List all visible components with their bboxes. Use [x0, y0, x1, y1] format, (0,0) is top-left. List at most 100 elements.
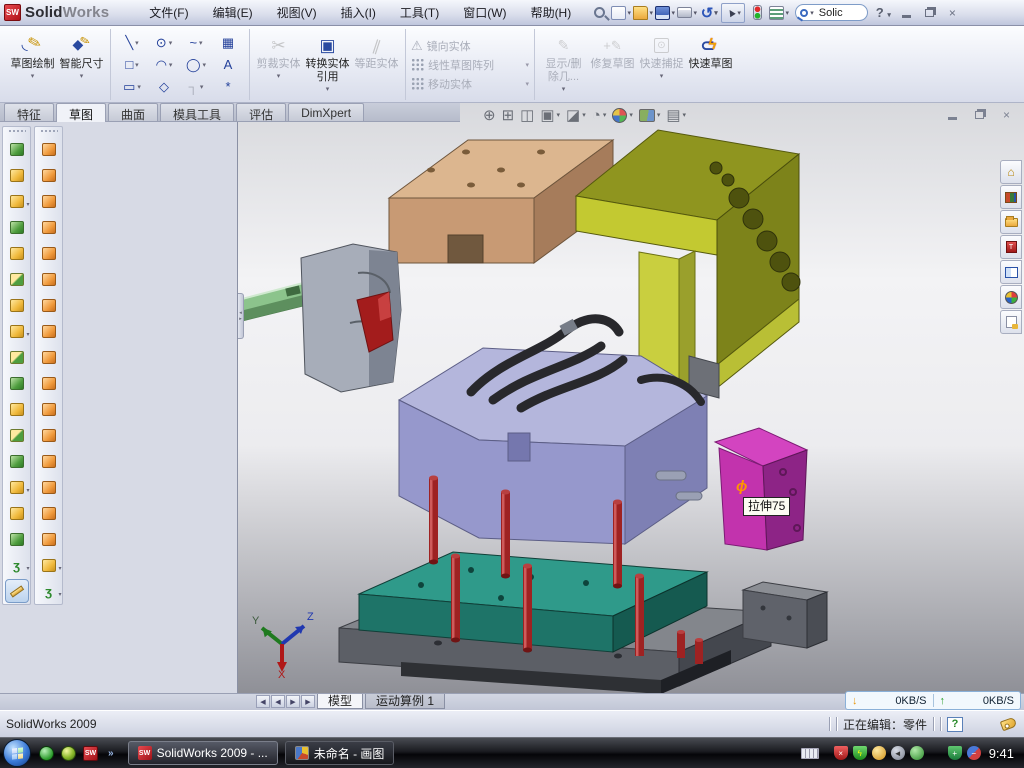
filled-surface-button[interactable] [36, 266, 62, 292]
dropdown-icon[interactable]: ▾ [582, 111, 586, 119]
curve-button[interactable] [4, 526, 30, 552]
dome-button[interactable] [36, 526, 62, 552]
part-block-magenta[interactable]: ϕ [715, 428, 807, 550]
apply-scene-icon[interactable]: ▾ [639, 109, 661, 122]
zoom-fit-icon[interactable]: ⊕ [483, 106, 496, 124]
task-pane-view-palette-button[interactable] [1000, 260, 1022, 284]
dropdown-icon[interactable]: ▾ [557, 111, 561, 119]
new-icon[interactable]: ▾ [611, 3, 631, 23]
combine-bodies-button[interactable] [4, 422, 30, 448]
shield-red-icon[interactable]: × [834, 746, 848, 760]
doc-minimize-button[interactable] [943, 107, 962, 122]
print-icon[interactable]: ▾ [677, 3, 697, 23]
line-icon[interactable]: ╲▾ [116, 32, 148, 54]
reference-axis-button[interactable] [4, 500, 30, 526]
dropdown-icon[interactable]: ▾ [671, 9, 675, 17]
task-pane-appearances-button[interactable] [1000, 285, 1022, 309]
rebuild-icon[interactable] [747, 3, 767, 23]
revolved-surface-button[interactable] [36, 162, 62, 188]
taskbar-button-paint[interactable]: 未命名 - 画图 [285, 741, 395, 765]
search-box[interactable]: ▾ [795, 4, 868, 21]
slot-icon[interactable]: ▭▾ [116, 76, 148, 98]
extruded-cut-button[interactable] [4, 162, 30, 188]
last-tab-button[interactable]: ▶ [301, 695, 315, 708]
task-pane-toolbox-button[interactable]: T [1000, 235, 1022, 259]
open-icon[interactable]: ▾ [633, 3, 653, 23]
extruded-boss-button[interactable] [4, 136, 30, 162]
tab-特征[interactable]: 特征 [4, 103, 54, 121]
swept-boss-button[interactable] [4, 214, 30, 240]
dropdown-icon[interactable]: ▾ [26, 331, 29, 338]
view-orientation-icon[interactable]: ▣▾ [540, 106, 560, 124]
dropdown-icon[interactable]: ▾ [169, 61, 173, 69]
select-icon[interactable]: ▲▾ [721, 3, 745, 23]
dropdown-icon[interactable]: ▾ [26, 487, 29, 494]
help-dropdown-icon[interactable]: ▾ [887, 12, 891, 19]
sync-ball-icon[interactable]: − [967, 746, 981, 760]
chamfer-button[interactable] [4, 266, 30, 292]
lofted-boss-button[interactable] [4, 240, 30, 266]
spline-surface-button[interactable]: ʒ▾ [36, 578, 62, 604]
doc-close-button[interactable]: × [997, 107, 1016, 122]
task-pane-custom-properties-button[interactable] [1000, 310, 1022, 334]
badge-icon[interactable] [872, 746, 886, 760]
dropdown-icon[interactable]: ▾ [200, 83, 204, 91]
dropdown-icon[interactable]: ▾ [169, 39, 173, 47]
menu-item[interactable]: 工具(T) [388, 0, 451, 25]
dropdown-icon[interactable]: ▾ [26, 565, 29, 572]
thicken-surface-button[interactable] [36, 396, 62, 422]
knit-surface-button[interactable] [36, 370, 62, 396]
rectangle-icon[interactable]: □▾ [116, 54, 148, 76]
dropdown-icon[interactable]: ▾ [714, 9, 718, 17]
section-view-icon[interactable]: ◫ [520, 106, 534, 124]
search-input[interactable] [817, 6, 859, 20]
tab-草图[interactable]: 草图 [56, 103, 106, 122]
replace-face-button[interactable] [36, 500, 62, 526]
first-tab-button[interactable]: ◀ [256, 695, 270, 708]
sphere-icon[interactable] [61, 746, 76, 761]
graphics-area[interactable]: ϕ ⊕⊞◫▣▾◪▾◔▾▾▾▤▾ × ⌂T ◂▸ Y Z X 拉伸75 [237, 103, 1024, 693]
dropdown-icon[interactable]: ▾ [31, 72, 35, 80]
dropdown-icon[interactable]: ▾ [693, 9, 697, 17]
tab-model[interactable]: 模型 [317, 694, 363, 709]
solidworks-icon[interactable]: SW [83, 746, 98, 761]
save-icon[interactable]: ▾ [655, 3, 675, 23]
text-icon[interactable]: A [212, 54, 244, 76]
task-pane-home-button[interactable]: ⌂ [1000, 160, 1022, 184]
ellipse-icon[interactable]: ◯▾ [180, 54, 212, 76]
select-box-icon[interactable]: ▦ [212, 32, 244, 54]
task-pane-file-explorer-button[interactable] [1000, 210, 1022, 234]
measure-button[interactable] [4, 578, 30, 604]
fillet-button[interactable]: ▾ [4, 188, 30, 214]
tab-模具工具[interactable]: 模具工具 [160, 103, 234, 121]
swept-surface-button[interactable] [36, 136, 62, 162]
dropdown-icon[interactable]: ▾ [58, 565, 61, 572]
dropdown-icon[interactable]: ▾ [657, 111, 661, 119]
planar-surface-button[interactable] [36, 292, 62, 318]
chevron-expand-icon[interactable]: » [108, 748, 114, 759]
reference-geometry-button[interactable]: ▾ [36, 552, 62, 578]
convert-entities-button[interactable]: ▣转换实体引用▾ [304, 31, 351, 99]
radiate-surface-button[interactable] [36, 344, 62, 370]
dropdown-icon[interactable]: ▾ [199, 39, 203, 47]
panel-splitter-handle[interactable]: ◂▸ [238, 293, 244, 339]
dropdown-icon[interactable]: ▾ [80, 72, 84, 80]
help-button[interactable]: ? ▾ [874, 5, 893, 20]
dropdown-icon[interactable]: ▾ [649, 9, 653, 17]
dropdown-icon[interactable]: ▾ [785, 9, 789, 17]
next-tab-button[interactable]: ▶ [286, 695, 300, 708]
arc-icon[interactable]: ◠▾ [148, 54, 180, 76]
minimize-button[interactable] [897, 5, 916, 20]
trim-surface-button[interactable] [36, 422, 62, 448]
menu-item[interactable]: 窗口(W) [451, 0, 518, 25]
move-copy-body-button[interactable] [4, 448, 30, 474]
extruded-surface-button[interactable] [36, 188, 62, 214]
spline-icon[interactable]: ~▾ [180, 32, 212, 54]
sketch-fillet-icon[interactable]: ┐▾ [180, 76, 212, 98]
smart-dimension-button[interactable]: 智能尺寸▾ [58, 31, 105, 99]
start-button[interactable] [3, 739, 31, 767]
tab-DimXpert[interactable]: DimXpert [288, 103, 364, 121]
menu-item[interactable]: 视图(V) [265, 0, 329, 25]
menu-item[interactable]: 帮助(H) [519, 0, 584, 25]
linear-pattern-button[interactable]: ▾ [4, 318, 30, 344]
